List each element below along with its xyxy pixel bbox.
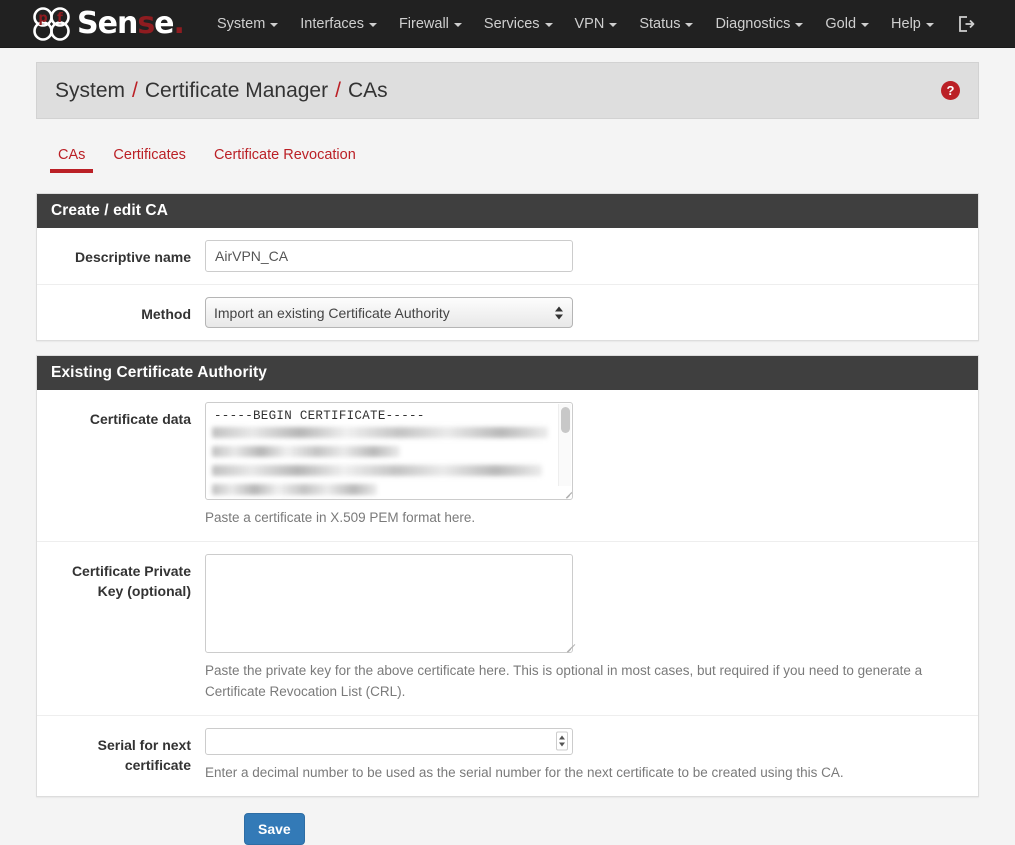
breadcrumb-item-certificate-manager[interactable]: Certificate Manager: [145, 79, 328, 103]
scrollbar-thumb[interactable]: [560, 407, 570, 433]
redacted-line: [212, 484, 377, 495]
nav-item-firewall[interactable]: Firewall: [388, 10, 473, 38]
help-icon[interactable]: ?: [941, 81, 960, 100]
descriptive-name-label: Descriptive name: [75, 249, 191, 265]
redacted-line: [212, 446, 400, 457]
logout-icon: [958, 15, 975, 32]
nav-label-help: Help: [891, 15, 921, 32]
private-key-control: Paste the private key for the above cert…: [205, 553, 978, 703]
method-label: Method: [141, 306, 191, 322]
certificate-redacted-content: [206, 423, 572, 499]
top-navbar: p f Sense. System Interfaces Firewall Se…: [0, 0, 1015, 48]
logo-text-s: s: [137, 5, 155, 41]
chevron-down-icon: [544, 22, 553, 27]
nav-label-gold: Gold: [825, 15, 857, 32]
existing-ca-heading: Existing Certificate Authority: [37, 356, 978, 390]
descriptive-name-row: Descriptive name: [37, 228, 978, 285]
nav-item-diagnostics[interactable]: Diagnostics: [704, 10, 814, 38]
certificate-begin-line: -----BEGIN CERTIFICATE-----: [214, 409, 425, 423]
tab-bar: CAs Certificates Certificate Revocation: [36, 139, 979, 175]
svg-text:p: p: [38, 11, 47, 26]
tab-certificates[interactable]: Certificates: [99, 139, 200, 175]
redacted-line: [212, 427, 548, 438]
nav-item-interfaces[interactable]: Interfaces: [289, 10, 388, 38]
create-edit-ca-heading: Create / edit CA: [37, 194, 978, 228]
nav-item-status[interactable]: Status: [628, 10, 704, 38]
nav-item-gold[interactable]: Gold: [814, 10, 880, 38]
method-control: Import an existing Certificate Authority: [205, 297, 978, 328]
breadcrumb: System / Certificate Manager / CAs: [55, 79, 388, 103]
form-actions: Save: [36, 797, 979, 845]
svg-text:f: f: [57, 11, 63, 26]
pfsense-logo-mark: p f: [30, 6, 74, 41]
chevron-down-icon: [368, 22, 377, 27]
page-container: System / Certificate Manager / CAs ? CAs…: [0, 62, 1015, 845]
logo-text-sen: Sen: [77, 5, 138, 41]
serial-input[interactable]: [205, 727, 573, 755]
serial-help: Enter a decimal number to be used as the…: [205, 764, 844, 780]
nav-item-vpn[interactable]: VPN: [564, 10, 629, 38]
descriptive-name-input[interactable]: [205, 240, 573, 272]
method-select-wrap: Import an existing Certificate Authority: [205, 297, 573, 328]
chevron-down-icon: [453, 22, 462, 27]
chevron-down-icon: [925, 22, 934, 27]
serial-control: Enter a decimal number to be used as the…: [205, 727, 978, 784]
descriptive-name-control: [205, 240, 978, 272]
nav-item-services[interactable]: Services: [473, 10, 564, 38]
redacted-line: [212, 465, 542, 476]
existing-ca-panel: Existing Certificate Authority Certifica…: [36, 355, 979, 797]
chevron-down-icon: [685, 22, 694, 27]
private-key-textarea[interactable]: [205, 553, 573, 653]
serial-label: Serial for next certificate: [97, 736, 191, 774]
nav-label-diagnostics: Diagnostics: [715, 15, 791, 32]
textarea-scrollbar[interactable]: [558, 404, 571, 486]
breadcrumb-separator: /: [132, 78, 138, 102]
nav-menu: System Interfaces Firewall Services VPN …: [206, 9, 985, 39]
chevron-down-icon: [270, 22, 279, 27]
create-edit-ca-panel: Create / edit CA Descriptive name Method…: [36, 193, 979, 341]
chevron-down-icon: [861, 22, 870, 27]
certificate-data-label: Certificate data: [89, 411, 191, 427]
private-key-label: Certificate Private Key (optional): [71, 562, 191, 600]
certificate-data-textarea[interactable]: -----BEGIN CERTIFICATE-----: [205, 402, 573, 500]
method-row: Method Import an existing Certificate Au…: [37, 285, 978, 340]
private-key-help: Paste the private key for the above cert…: [205, 662, 923, 699]
nav-label-firewall: Firewall: [398, 15, 449, 32]
logo-text-e: e: [154, 5, 174, 41]
chevron-down-icon: [609, 22, 618, 27]
certificate-data-row: Certificate data -----BEGIN CERTIFICATE-…: [37, 390, 978, 542]
nav-item-system[interactable]: System: [206, 10, 289, 38]
nav-label-interfaces: Interfaces: [300, 15, 364, 32]
certificate-data-wrap: -----BEGIN CERTIFICATE-----: [205, 402, 573, 500]
logo-text-dot: .: [173, 5, 185, 41]
pfsense-logo[interactable]: p f Sense.: [30, 5, 185, 41]
save-button[interactable]: Save: [244, 812, 305, 845]
nav-item-help[interactable]: Help: [880, 10, 945, 38]
private-key-wrap: [205, 553, 576, 653]
nav-label-services: Services: [483, 15, 540, 32]
nav-label-vpn: VPN: [574, 15, 605, 32]
tab-cas[interactable]: CAs: [44, 139, 99, 175]
nav-label-status: Status: [639, 15, 681, 32]
certificate-data-help: Paste a certificate in X.509 PEM format …: [205, 510, 476, 525]
breadcrumb-item-cas: CAs: [347, 78, 388, 102]
serial-row: Serial for next certificate Enter a deci…: [37, 716, 978, 796]
nav-label-system: System: [216, 15, 266, 32]
breadcrumb-bar: System / Certificate Manager / CAs ?: [36, 62, 979, 119]
private-key-row: Certificate Private Key (optional) Paste…: [37, 542, 978, 716]
serial-input-wrap: [205, 727, 573, 755]
breadcrumb-separator: /: [335, 78, 341, 102]
tab-certificate-revocation[interactable]: Certificate Revocation: [200, 139, 370, 175]
method-select[interactable]: Import an existing Certificate Authority: [205, 297, 573, 328]
pfsense-logo-text: Sense.: [77, 5, 185, 41]
logout-button[interactable]: [945, 9, 985, 39]
certificate-data-control: -----BEGIN CERTIFICATE----- Paste a cert…: [205, 402, 978, 529]
chevron-down-icon: [795, 22, 804, 27]
breadcrumb-item-system[interactable]: System: [55, 79, 125, 103]
